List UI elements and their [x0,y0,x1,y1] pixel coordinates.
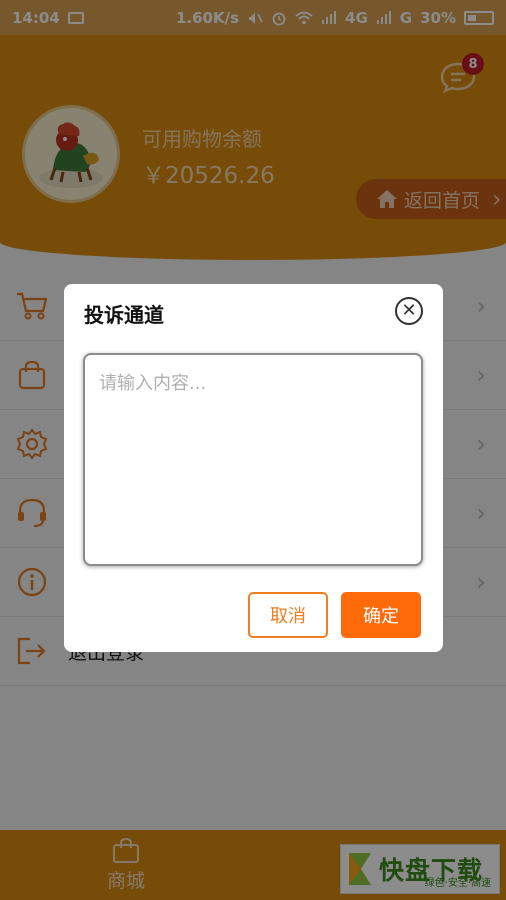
close-icon[interactable]: ✕ [395,297,423,325]
complaint-input[interactable] [83,353,423,566]
confirm-button[interactable]: 确定 [341,592,421,638]
cancel-button[interactable]: 取消 [248,592,328,638]
complaint-dialog: 投诉通道 ✕ 取消 确定 [64,284,443,652]
dialog-title: 投诉通道 [84,303,164,327]
